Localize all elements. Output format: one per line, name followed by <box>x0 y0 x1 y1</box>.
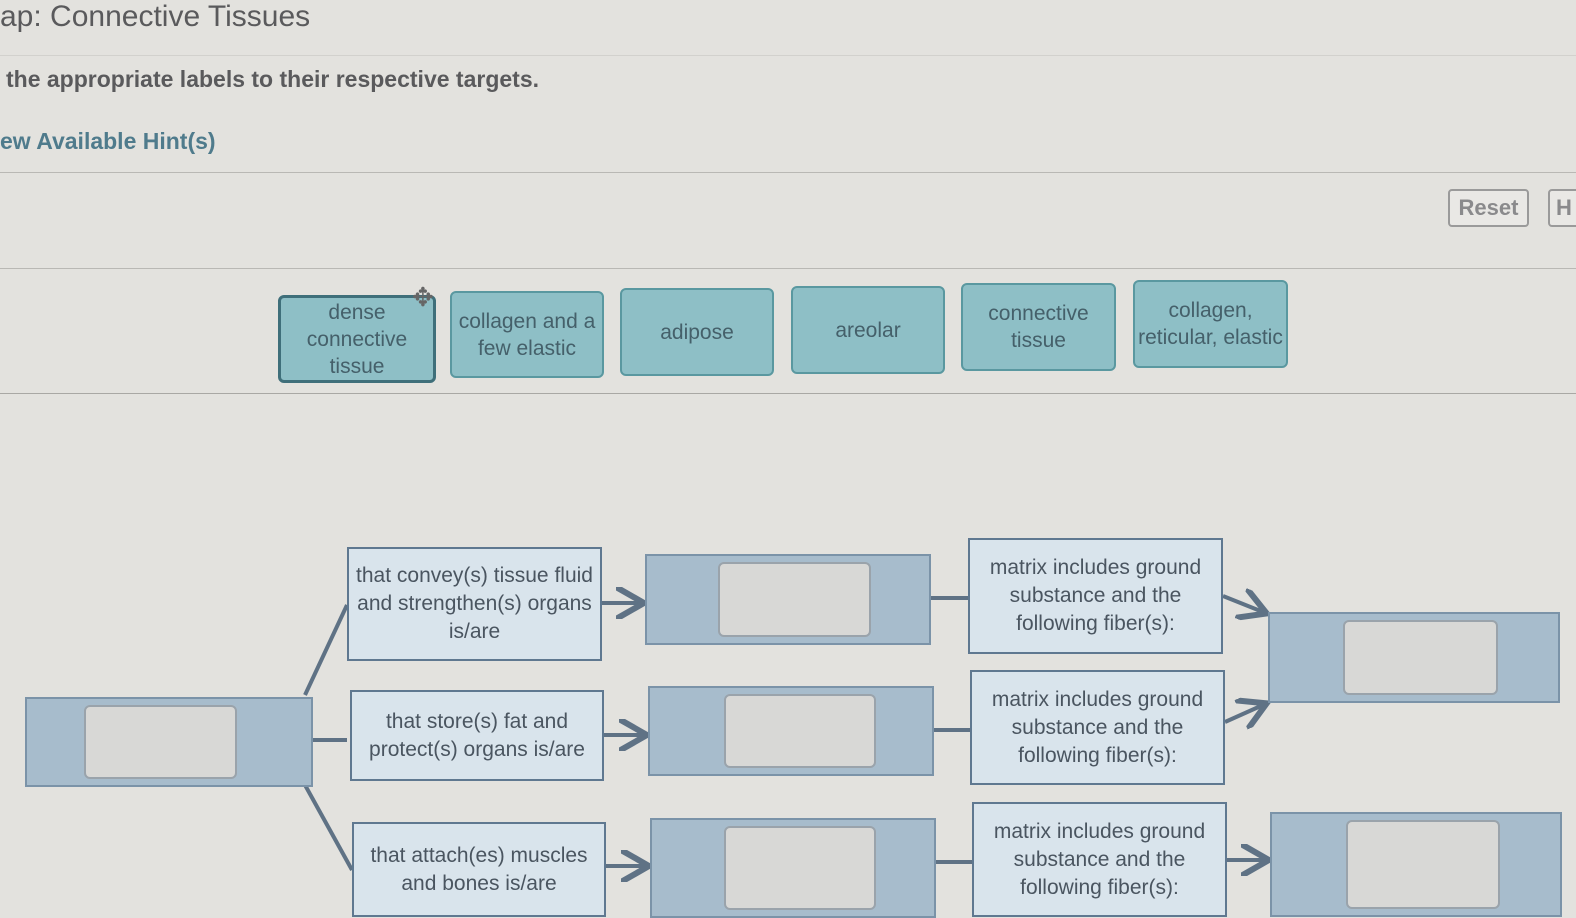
connector <box>303 784 354 871</box>
matrix-text: matrix includes ground substance and the… <box>968 538 1223 654</box>
matrix-text: matrix includes ground substance and the… <box>970 670 1225 785</box>
branch-text: that store(s) fat and protect(s) organs … <box>350 690 604 781</box>
branch-text: that convey(s) tissue fluid and strength… <box>347 547 602 661</box>
drop-target[interactable] <box>650 818 936 918</box>
drop-target[interactable] <box>1268 612 1560 703</box>
arrow <box>1224 705 1263 722</box>
drop-target[interactable] <box>645 554 931 645</box>
arrow <box>1222 596 1263 612</box>
drop-target-root[interactable] <box>25 697 313 787</box>
connector <box>303 604 349 696</box>
drop-target[interactable] <box>1270 812 1562 917</box>
drop-target[interactable] <box>648 686 934 776</box>
branch-text: that attach(es) muscles and bones is/are <box>352 822 606 917</box>
matrix-text: matrix includes ground substance and the… <box>972 802 1227 917</box>
